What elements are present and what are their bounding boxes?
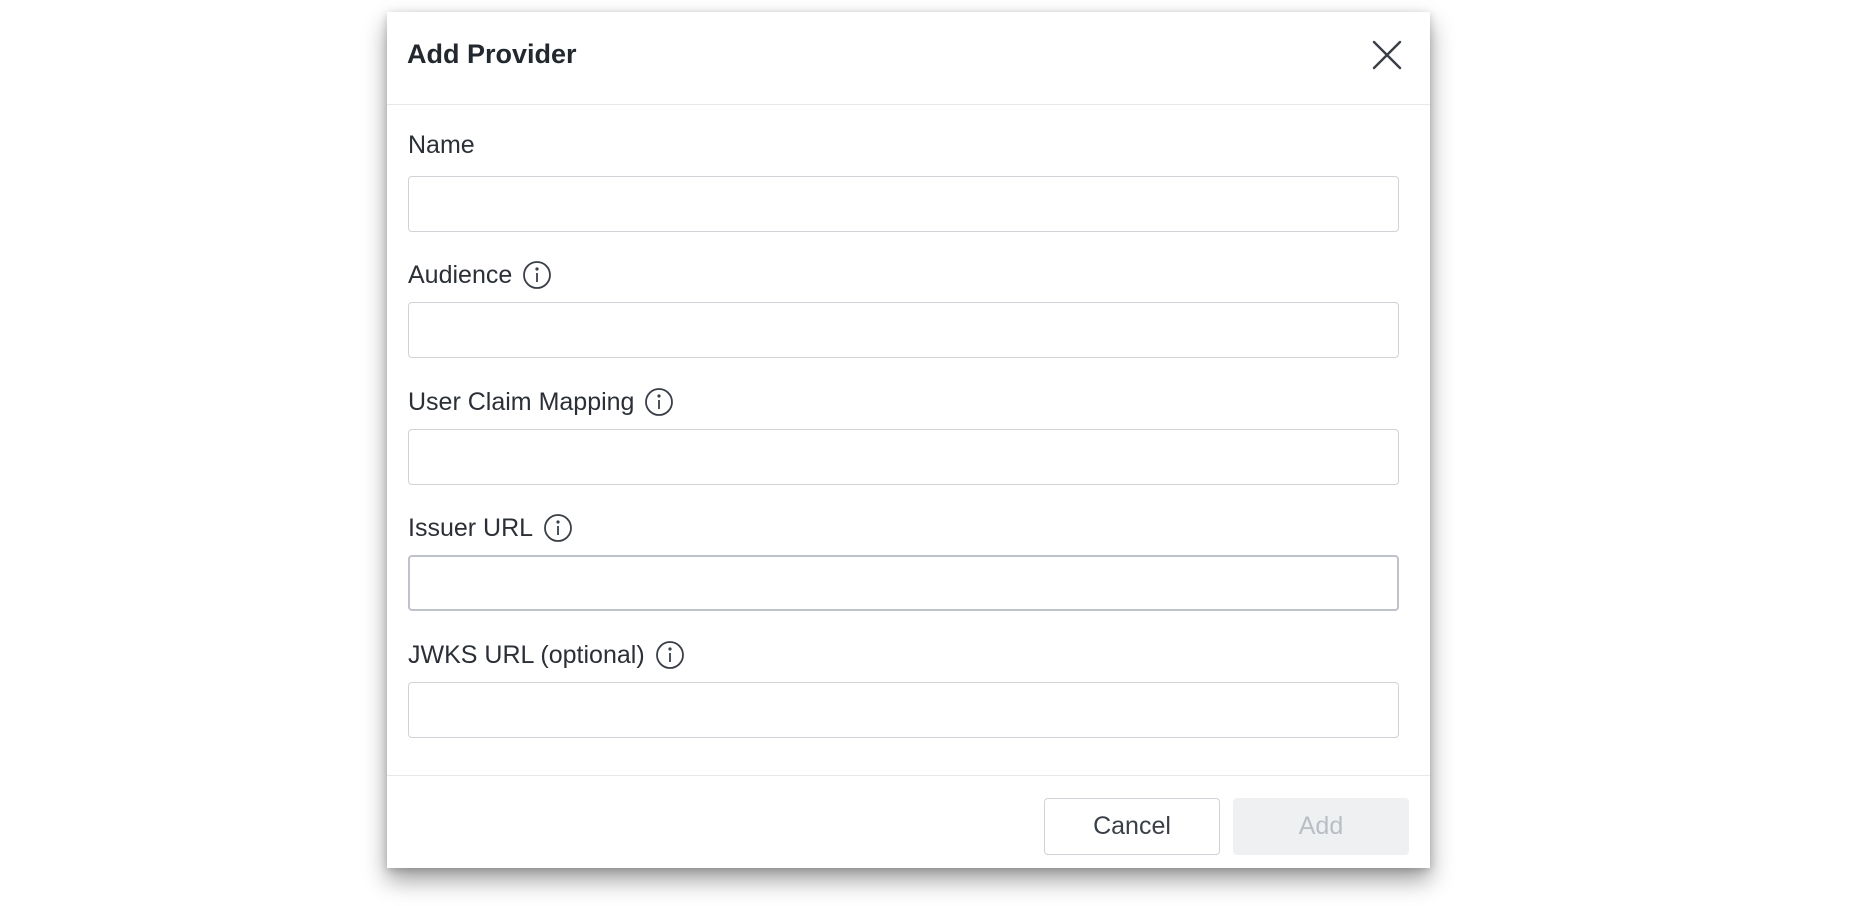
add-button[interactable]: Add bbox=[1233, 798, 1409, 855]
info-icon[interactable] bbox=[655, 640, 685, 670]
dialog-header: Add Provider bbox=[387, 12, 1430, 105]
name-label: Name bbox=[408, 130, 475, 160]
audience-input[interactable] bbox=[408, 302, 1399, 358]
jwks-url-input[interactable] bbox=[408, 682, 1399, 738]
audience-label: Audience bbox=[408, 260, 552, 290]
add-provider-dialog: Add Provider Name Audience User Claim Ma… bbox=[387, 12, 1430, 868]
name-label-text: Name bbox=[408, 131, 475, 159]
info-icon[interactable] bbox=[522, 260, 552, 290]
info-icon[interactable] bbox=[543, 513, 573, 543]
dialog-title: Add Provider bbox=[407, 39, 577, 69]
audience-label-text: Audience bbox=[408, 261, 513, 289]
dialog-footer: Cancel Add bbox=[387, 775, 1430, 868]
issuer-url-label-text: Issuer URL bbox=[408, 514, 534, 542]
cancel-button[interactable]: Cancel bbox=[1044, 798, 1220, 855]
user-claim-mapping-label-text: User Claim Mapping bbox=[408, 388, 635, 416]
issuer-url-input[interactable] bbox=[408, 555, 1399, 611]
info-icon[interactable] bbox=[644, 387, 674, 417]
user-claim-mapping-input[interactable] bbox=[408, 429, 1399, 485]
close-icon[interactable] bbox=[1370, 38, 1404, 72]
jwks-url-label: JWKS URL (optional) bbox=[408, 640, 685, 670]
issuer-url-label: Issuer URL bbox=[408, 513, 573, 543]
jwks-url-label-text: JWKS URL (optional) bbox=[408, 641, 645, 669]
name-input[interactable] bbox=[408, 176, 1399, 232]
user-claim-mapping-label: User Claim Mapping bbox=[408, 387, 674, 417]
